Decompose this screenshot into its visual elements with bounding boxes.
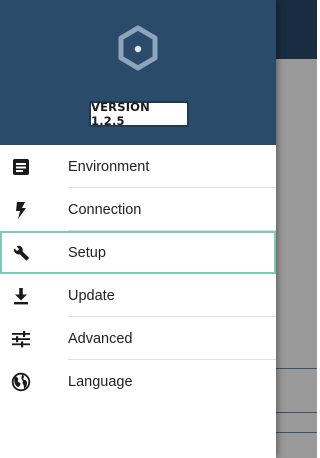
menu-item-environment[interactable]: Environment <box>0 145 276 188</box>
menu-item-language[interactable]: Language <box>0 360 276 403</box>
wrench-icon <box>11 243 31 263</box>
menu-item-label: Connection <box>68 201 142 218</box>
navigation-drawer: VERSION 1.2.5 Environment Connection Set… <box>0 0 276 458</box>
menu-item-label: Language <box>68 373 133 390</box>
menu-item-connection[interactable]: Connection <box>0 188 276 231</box>
sliders-icon <box>11 329 31 349</box>
background-divider <box>276 412 317 413</box>
flash-icon <box>11 200 31 220</box>
menu-item-label: Environment <box>68 158 150 175</box>
download-icon <box>11 286 31 306</box>
menu-item-setup[interactable]: Setup <box>0 231 276 274</box>
background-divider <box>276 432 317 433</box>
drawer-menu: Environment Connection Setup Update Adva… <box>0 145 276 403</box>
background-divider <box>276 368 317 369</box>
drawer-header: VERSION 1.2.5 <box>0 0 276 145</box>
menu-item-label: Update <box>68 287 115 304</box>
menu-item-advanced[interactable]: Advanced <box>0 317 276 360</box>
menu-item-label: Advanced <box>68 330 133 347</box>
version-badge: VERSION 1.2.5 <box>89 100 189 128</box>
app-logo-icon <box>118 25 158 71</box>
menu-item-update[interactable]: Update <box>0 274 276 317</box>
globe-icon <box>11 372 31 392</box>
menu-item-label: Setup <box>68 244 106 261</box>
document-icon <box>11 157 31 177</box>
